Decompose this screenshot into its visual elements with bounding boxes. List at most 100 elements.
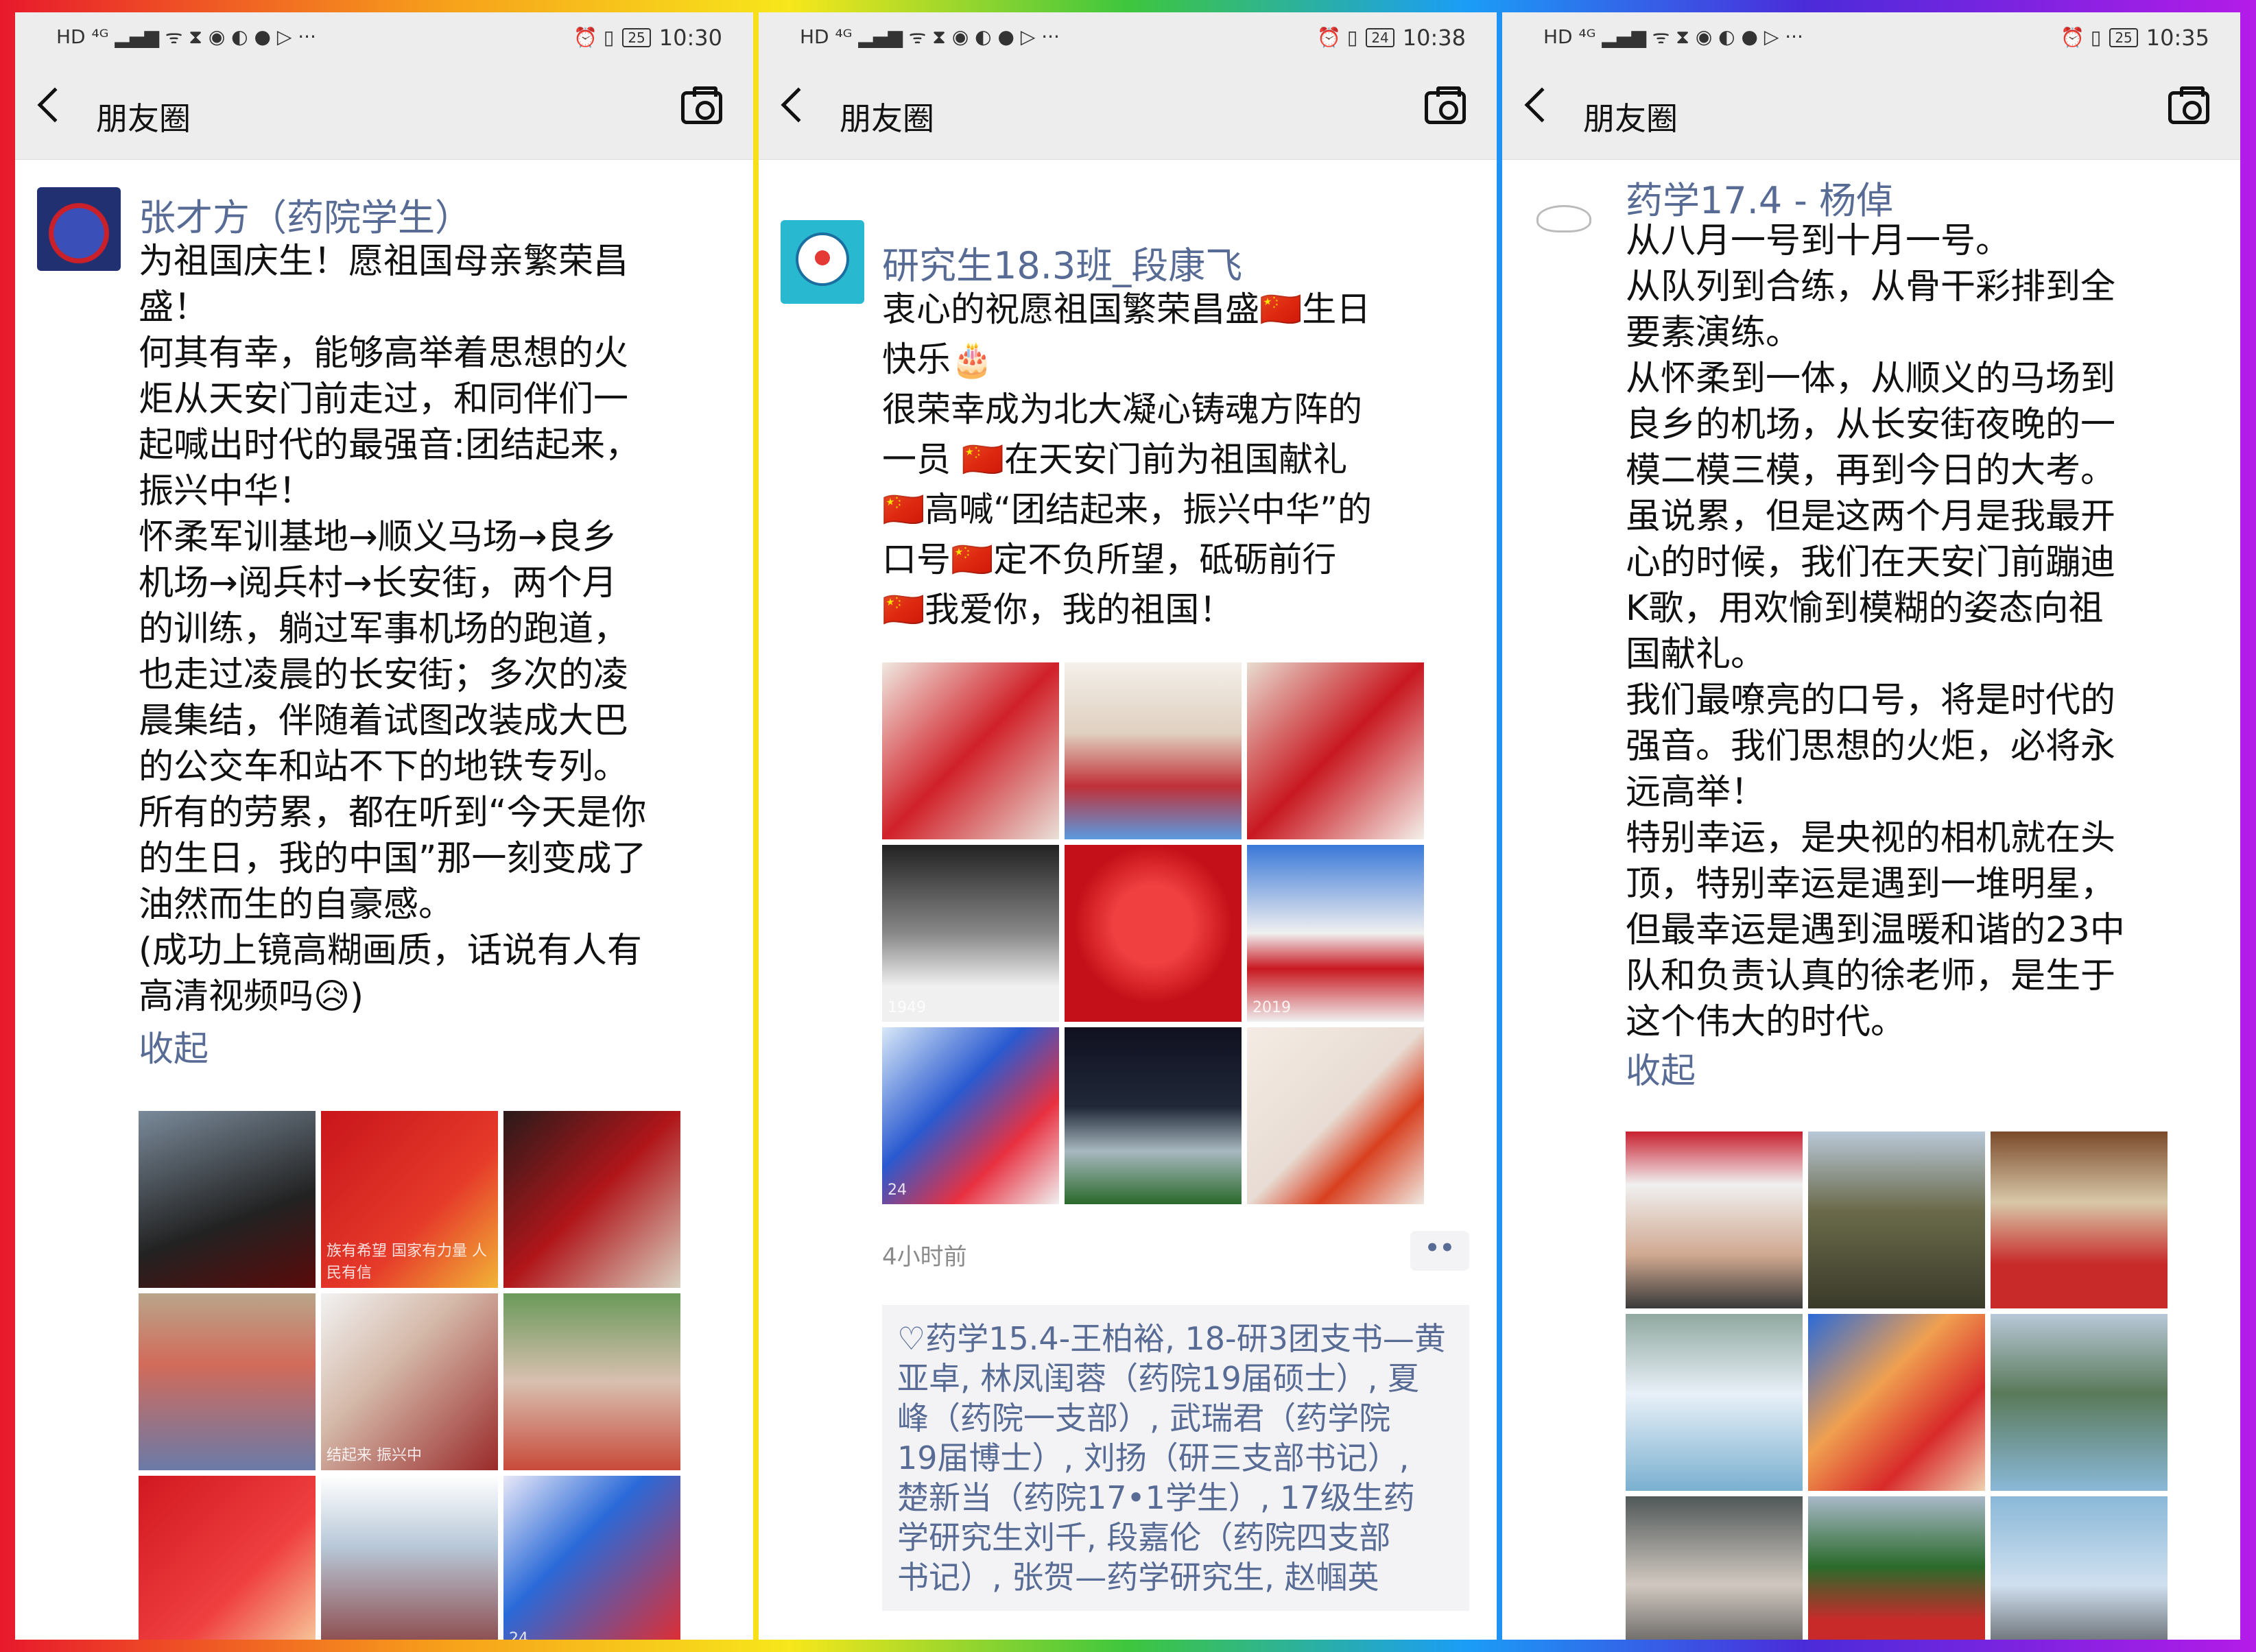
alarm-vibrate-icon: ⏰ ▯ <box>1317 26 1358 49</box>
alarm-vibrate-icon: ⏰ ▯ <box>573 26 615 49</box>
photo-thumbnail[interactable]: 24 <box>882 1027 1059 1204</box>
post-text-line: 强音。我们思想的火炬，必将永 <box>1626 726 2116 767</box>
avatar[interactable] <box>781 220 864 304</box>
post-text-line: 很荣幸成为北大凝心铸魂方阵的 <box>882 390 1362 429</box>
photo-thumbnail[interactable]: 结起来 振兴中 <box>321 1293 498 1470</box>
photo-caption: 族有希望 国家有力量 人民有信 <box>326 1243 487 1282</box>
photo-thumbnail[interactable] <box>321 1476 498 1640</box>
post-text-line: 机场→阅兵村→长安街，两个月 <box>139 563 617 603</box>
battery-icon: 24 <box>1366 28 1394 47</box>
post-text-line: 从队列到合练，从骨干彩排到全 <box>1626 267 2116 307</box>
photo-thumbnail[interactable] <box>139 1476 316 1640</box>
likes-line[interactable]: 楚新当（药院17•1学生）, 17级生药 <box>897 1478 1454 1518</box>
photo-thumbnail[interactable] <box>139 1111 316 1288</box>
post-text-line: 所有的劳累，都在听到“今天是你 <box>139 793 647 833</box>
photo-thumbnail[interactable]: 2019 <box>1247 845 1424 1022</box>
post-text: 衷心的祝愿祖国繁荣昌盛🇨🇳生日 快乐🎂 很荣幸成为北大凝心铸魂方阵的 一员 🇨🇳在天安… <box>882 285 1469 635</box>
status-bar: HD ⁴ᴳ ▂▄▆ ᯤ ⧗ ◉ ◐ ● ▷ ··· ⏰ ▯ 25 10:30 <box>15 12 753 64</box>
post-text-line: 起喊出时代的最强音:团结起来， <box>139 425 641 466</box>
alarm-vibrate-icon: ⏰ ▯ <box>2061 26 2102 49</box>
more-options-button[interactable]: •• <box>1410 1231 1469 1271</box>
phone-screen-2: HD ⁴ᴳ ▂▄▆ ᯤ ⧗ ◉ ◐ ● ▷ ··· ⏰ ▯ 24 10:38 朋… <box>759 12 1497 1640</box>
photo-thumbnail[interactable] <box>1626 1314 1803 1491</box>
photo-caption: 2019 <box>1252 999 1291 1016</box>
post-text: 为祖国庆生！愿祖国母亲繁荣昌 盛！ 何其有幸，能够高举着思想的火 炬从天安门前走过，和… <box>139 239 726 1020</box>
status-icons-left: HD ⁴ᴳ ▂▄▆ ᯤ ⧗ ◉ ◐ ● ▷ ··· <box>800 25 1060 49</box>
post-text-line: 的训练，躺过军事机场的跑道， <box>139 609 629 649</box>
moments-post: 药学17.4 - 杨倬 从八月一号到十月一号。 从队列到合练，从骨干彩排到全 要素演… <box>1502 160 2240 1640</box>
moments-post: 张才方（药院学生） 为祖国庆生！愿祖国母亲繁荣昌 盛！ 何其有幸，能够高举着思想的火… <box>15 160 753 1640</box>
post-text-line: K歌，用欢愉到模糊的姿态向祖 <box>1626 588 2104 629</box>
post-author[interactable]: 张才方（药院学生） <box>139 187 472 241</box>
post-text-line: 为祖国庆生！愿祖国母亲繁荣昌 <box>139 241 629 282</box>
post-author[interactable]: 研究生18.3班_段康飞 <box>882 235 1242 289</box>
camera-icon[interactable] <box>681 86 722 124</box>
photo-thumbnail[interactable] <box>1247 1027 1424 1204</box>
photo-thumbnail[interactable] <box>1247 662 1424 839</box>
post-text-line: 也走过凌晨的长安街；多次的凌 <box>139 655 629 695</box>
post-text-line: 特别幸运，是央视的相机就在头 <box>1626 818 2116 859</box>
likes-line[interactable]: 峰（药院一支部）, 武瑞君（药学院 <box>897 1398 1454 1438</box>
likes-line[interactable]: 19届博士）, 刘扬（研三支部书记）, <box>897 1438 1454 1478</box>
photo-thumbnail[interactable] <box>1808 1132 1985 1308</box>
photo-thumbnail[interactable] <box>503 1293 680 1470</box>
photo-thumbnail[interactable] <box>139 1293 316 1470</box>
photo-thumbnail[interactable] <box>1991 1496 2168 1640</box>
likes-line[interactable]: 学研究生刘千, 段嘉伦（药院四支部 <box>897 1518 1454 1557</box>
post-text-line: 但最幸运是遇到温暖和谐的23中 <box>1626 910 2125 950</box>
battery-icon: 25 <box>2109 28 2138 47</box>
back-arrow-icon[interactable] <box>1524 87 1560 123</box>
post-text-line: 一员 🇨🇳在天安门前为祖国献礼 <box>882 440 1348 479</box>
likes-line[interactable]: 书记）, 张贺—药学研究生, 赵帼英 <box>897 1557 1454 1597</box>
status-icons-left: HD ⁴ᴳ ▂▄▆ ᯤ ⧗ ◉ ◐ ● ▷ ··· <box>56 25 316 49</box>
collapse-link[interactable]: 收起 <box>1626 1042 1696 1093</box>
photo-thumbnail[interactable] <box>1808 1314 1985 1491</box>
status-time: 10:30 <box>658 25 722 51</box>
camera-icon[interactable] <box>2168 86 2209 124</box>
photo-thumbnail[interactable] <box>1065 1027 1242 1204</box>
phone-screen-3: HD ⁴ᴳ ▂▄▆ ᯤ ⧗ ◉ ◐ ● ▷ ··· ⏰ ▯ 25 10:35 朋… <box>1502 12 2240 1640</box>
post-text-line: 怀柔军训基地→顺义马场→良乡 <box>139 517 617 558</box>
likes-line[interactable]: ♡药学15.4-王柏裕, 18-研3团支书—黄 <box>897 1319 1454 1358</box>
avatar[interactable] <box>1524 180 1608 264</box>
photo-thumbnail[interactable] <box>1626 1496 1803 1640</box>
back-arrow-icon[interactable] <box>37 87 73 123</box>
doraemon-avatar-icon <box>796 232 849 286</box>
nav-title: 朋友圈 <box>840 100 934 137</box>
screenshot-collage: HD ⁴ᴳ ▂▄▆ ᯤ ⧗ ◉ ◐ ● ▷ ··· ⏰ ▯ 25 10:30 朋… <box>0 0 2256 1652</box>
likes-line[interactable]: 亚卓, 林凤闺蓉（药院19届硕士）, 夏 <box>897 1358 1454 1398</box>
post-time: 4小时前 <box>882 1243 967 1271</box>
post-text-line: 从八月一号到十月一号。 <box>1626 221 2011 261</box>
photo-thumbnail[interactable] <box>503 1111 680 1288</box>
photo-thumbnail[interactable] <box>1991 1132 2168 1308</box>
photo-thumbnail[interactable] <box>882 662 1059 839</box>
photo-thumbnail[interactable] <box>1065 845 1242 1022</box>
photo-thumbnail[interactable] <box>1626 1132 1803 1308</box>
back-arrow-icon[interactable] <box>781 87 816 123</box>
likes-list: ♡药学15.4-王柏裕, 18-研3团支书—黄 亚卓, 林凤闺蓉（药院19届硕士）… <box>882 1305 1469 1611</box>
photo-thumbnail[interactable] <box>1991 1314 2168 1491</box>
moments-post: 研究生18.3班_段康飞 衷心的祝愿祖国繁荣昌盛🇨🇳生日 快乐🎂 很荣幸成为北大凝心… <box>759 160 1497 1640</box>
status-bar: HD ⁴ᴳ ▂▄▆ ᯤ ⧗ ◉ ◐ ● ▷ ··· ⏰ ▯ 24 10:38 <box>759 12 1497 64</box>
photo-thumbnail[interactable]: 1949 <box>882 845 1059 1022</box>
photo-thumbnail[interactable] <box>1065 662 1242 839</box>
status-icons-right: ⏰ ▯ 24 10:38 <box>1317 25 1466 51</box>
photo-thumbnail[interactable]: 24 <box>503 1476 680 1640</box>
photo-caption: 结起来 振兴中 <box>326 1447 422 1464</box>
post-text-line: 口号🇨🇳定不负所望，砥砺前行 <box>882 540 1337 579</box>
post-text-line: 心的时候，我们在天安门前蹦迪 <box>1626 542 2116 583</box>
post-text-line: 衷心的祝愿祖国繁荣昌盛🇨🇳生日 <box>882 289 1371 329</box>
photo-thumbnail[interactable]: 族有希望 国家有力量 人民有信 <box>321 1111 498 1288</box>
post-author[interactable]: 药学17.4 - 杨倬 <box>1626 170 1893 224</box>
post-text-line: 振兴中华！ <box>139 471 314 512</box>
photo-thumbnail[interactable] <box>1808 1496 1985 1640</box>
avatar[interactable] <box>37 187 121 271</box>
camera-icon[interactable] <box>1425 86 1466 124</box>
nav-title: 朋友圈 <box>96 100 191 137</box>
photo-grid: 族有希望 国家有力量 人民有信结起来 振兴中 24 <box>139 1111 680 1640</box>
post-text: 从八月一号到十月一号。 从队列到合练，从骨干彩排到全 要素演练。 从怀柔到一体，从顺义… <box>1626 218 2213 1045</box>
collapse-link[interactable]: 收起 <box>139 1020 209 1071</box>
signal-wifi-icons: HD ⁴ᴳ ▂▄▆ ᯤ ⧗ ◉ ◐ ● ▷ ··· <box>800 25 1060 48</box>
post-text-line: 高清视频吗😥) <box>139 977 364 1017</box>
post-text-line: 盛！ <box>139 287 209 328</box>
